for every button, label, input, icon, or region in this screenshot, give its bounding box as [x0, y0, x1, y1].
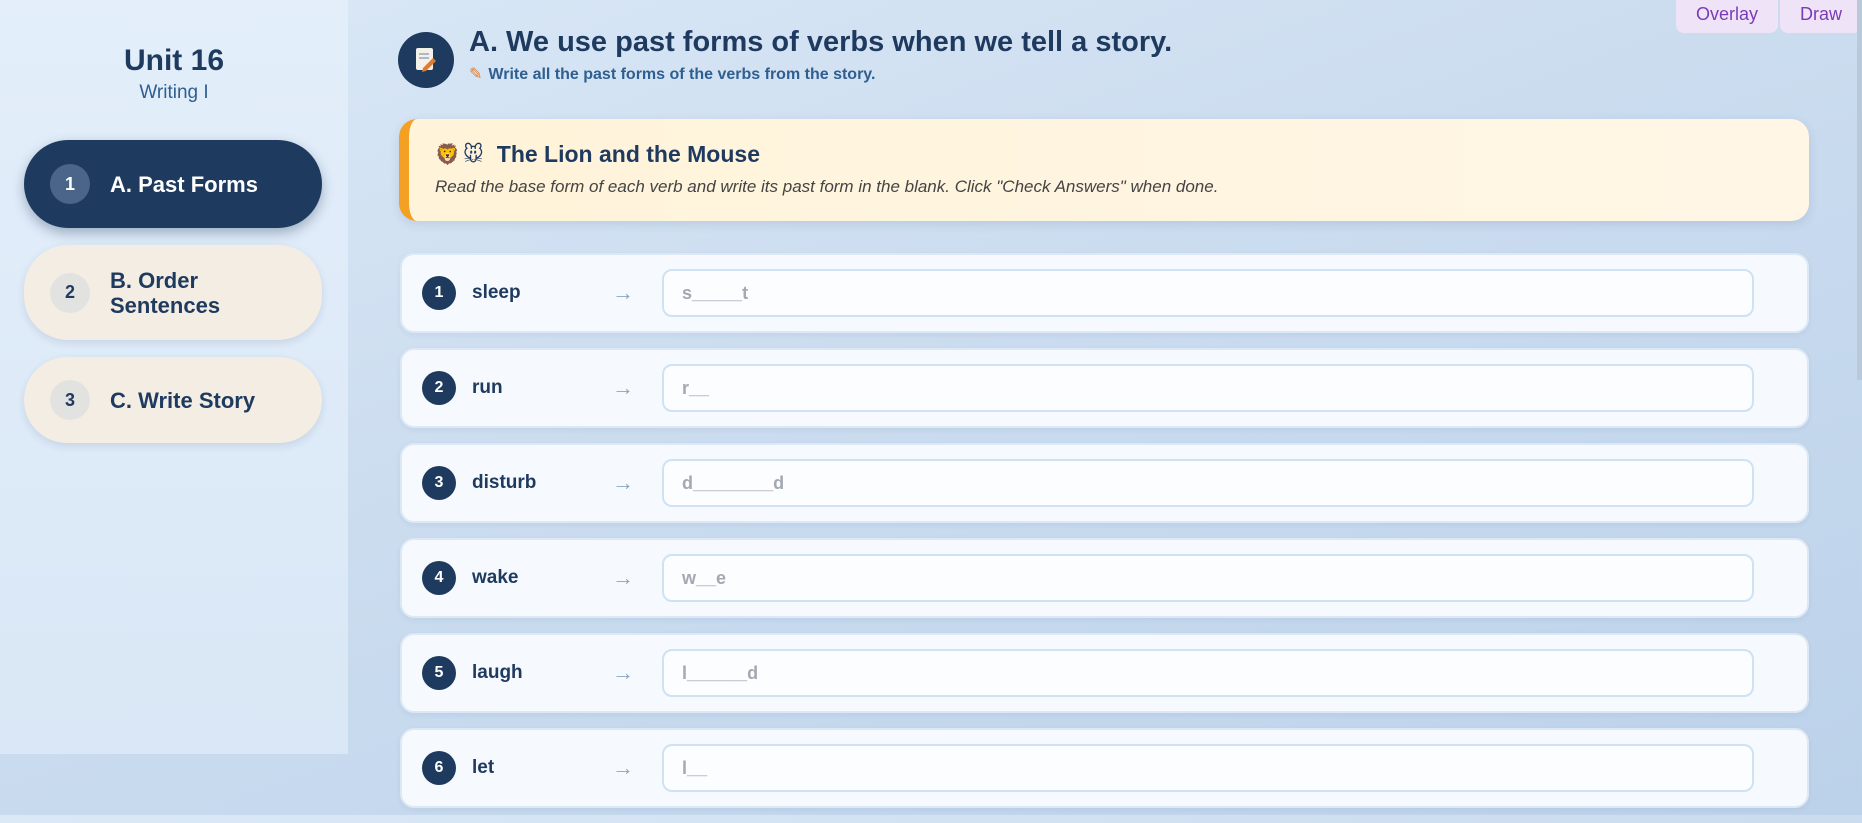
- sidebar-item-write-story[interactable]: 3 C. Write Story: [24, 357, 322, 443]
- pencil-icon: ✎: [469, 66, 483, 83]
- nav-number: 3: [50, 380, 90, 420]
- past-form-input[interactable]: [662, 744, 1754, 792]
- draw-button[interactable]: Draw: [1779, 0, 1862, 33]
- row-number: 6: [422, 751, 456, 785]
- nav-label: C. Write Story: [110, 387, 256, 413]
- base-verb: disturb: [472, 472, 537, 493]
- story-instructions: Read the base form of each verb and writ…: [435, 177, 1219, 196]
- sidebar: Unit 16 Writing I 1 A. Past Forms 2 B. O…: [0, 0, 348, 754]
- overlay-button[interactable]: Overlay: [1675, 0, 1778, 33]
- sidebar-item-order-sentences[interactable]: 2 B. Order Sentences: [24, 245, 322, 340]
- story-title: The Lion and the Mouse: [496, 141, 760, 167]
- page-subtitle-text: Write all the past forms of the verbs fr…: [488, 66, 876, 83]
- nav-number: 2: [50, 272, 90, 313]
- past-form-input[interactable]: [662, 649, 1754, 697]
- arrow-icon: →: [612, 660, 634, 685]
- base-verb: run: [472, 377, 503, 398]
- arrow-icon: →: [612, 280, 634, 305]
- past-form-input[interactable]: [662, 269, 1754, 317]
- row-number: 4: [422, 561, 456, 595]
- top-tabs: Overlay Draw: [1674, 0, 1862, 33]
- arrow-icon: →: [612, 375, 634, 400]
- verb-row: 5 laugh →: [400, 633, 1809, 713]
- sidebar-item-past-forms[interactable]: 1 A. Past Forms: [24, 140, 322, 228]
- base-verb: laugh: [472, 662, 523, 683]
- row-number: 1: [422, 276, 456, 310]
- row-number: 5: [422, 656, 456, 690]
- arrow-icon: →: [612, 470, 634, 495]
- scrollbar[interactable]: [1857, 0, 1862, 380]
- verb-list: 1 sleep → 2 run → 3 disturb → 4 wake → 5…: [400, 253, 1809, 823]
- story-title-row: 🦁🐭 The Lion and the Mouse: [435, 141, 1783, 168]
- past-form-input[interactable]: [662, 459, 1754, 507]
- past-form-input[interactable]: [662, 554, 1754, 602]
- verb-row: 4 wake →: [400, 538, 1809, 618]
- nav-number: 1: [50, 164, 90, 204]
- sidebar-nav: 1 A. Past Forms 2 B. Order Sentences 3 C…: [0, 140, 348, 443]
- base-verb: sleep: [472, 282, 521, 303]
- row-number: 2: [422, 371, 456, 405]
- page-title: A. We use past forms of verbs when we te…: [469, 26, 1173, 58]
- page-subtitle: ✎ Write all the past forms of the verbs f…: [469, 64, 1172, 84]
- verb-row: 6 let →: [400, 728, 1809, 808]
- nav-label: A. Past Forms: [110, 171, 258, 197]
- base-verb: let: [472, 757, 495, 778]
- past-form-input[interactable]: [662, 364, 1754, 412]
- unit-title: Unit 16: [123, 44, 225, 77]
- document-pencil-icon: [398, 32, 454, 88]
- verb-row: 3 disturb →: [400, 443, 1809, 523]
- base-verb: wake: [472, 567, 519, 588]
- lion-mouse-icon: 🦁🐭: [435, 144, 487, 166]
- verb-row: 1 sleep →: [400, 253, 1809, 333]
- nav-label: B. Order Sentences: [110, 267, 221, 318]
- row-number: 3: [422, 466, 456, 500]
- arrow-icon: →: [612, 755, 634, 780]
- verb-row: 2 run →: [400, 348, 1809, 428]
- section-header: A. We use past forms of verbs when we te…: [398, 26, 1172, 88]
- unit-subtitle: Writing I: [139, 82, 209, 103]
- story-card: 🦁🐭 The Lion and the Mouse Read the base …: [399, 119, 1809, 221]
- arrow-icon: →: [612, 565, 634, 590]
